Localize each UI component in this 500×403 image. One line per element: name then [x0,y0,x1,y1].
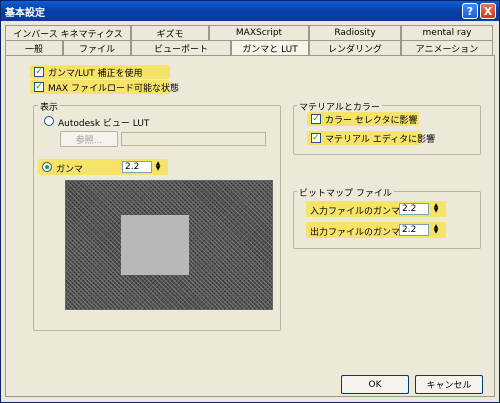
material-editor-checkbox[interactable]: ✓ [311,133,321,143]
browse-button[interactable]: 参照... [60,131,118,147]
tab-viewports[interactable]: ビューポート [131,40,231,55]
tab-inverse-kinematics[interactable]: インバース キネマティクス [5,25,131,40]
tab-gizmos[interactable]: ギズモ [131,25,209,40]
close-button[interactable]: X [480,3,496,19]
window-title: 基本設定 [5,7,45,19]
enable-gamma-checkbox[interactable]: ✓ [34,67,44,77]
gamma-value-field[interactable]: 2.2 [122,161,152,173]
autodesk-lut-label: Autodesk ビュー LUT [58,119,150,129]
output-gamma-spinner-arrows[interactable]: ▲ ▼ [432,224,440,236]
bitmap-files-group-title: ビットマップ ファイル [297,186,394,199]
material-editor-label: マテリアル エディタに影響 [325,135,436,145]
output-gamma-label: 出力ファイルのガンマ : [310,228,406,238]
title-bar: 基本設定 [1,1,499,21]
input-gamma-label: 入力ファイルのガンマ : [310,207,406,217]
tab-mental-ray[interactable]: mental ray [401,25,493,40]
enable-gamma-label: ガンマ/LUT 補正を使用 [48,69,143,79]
color-selector-label: カラー セレクタに影響 [325,116,418,126]
autodesk-lut-radio[interactable] [44,116,54,126]
tab-row-1: インバース キネマティクス ギズモ MAXScript Radiosity me… [5,25,493,40]
gamma-radio[interactable] [42,162,52,172]
tab-general[interactable]: 一般 [5,40,63,55]
input-gamma-field[interactable]: 2.2 [399,203,429,215]
bitmap-files-group [293,191,481,249]
preferences-dialog: 基本設定 ? X インバース キネマティクス ギズモ MAXScript Rad… [0,0,500,403]
tab-row-2: 一般 ファイル ビューポート ガンマと LUT レンダリング アニメーション [5,40,493,56]
gamma-preview-gray-square [121,215,189,275]
lut-path-field[interactable] [121,132,266,146]
color-selector-checkbox[interactable]: ✓ [311,114,321,124]
display-group-title: 表示 [38,100,61,113]
max-file-load-label: MAX ファイルロード可能な状態 [48,84,179,94]
ok-button[interactable]: OK [341,375,409,394]
gamma-spinner-arrows[interactable]: ▲ ▼ [154,161,162,173]
tab-radiosity[interactable]: Radiosity [309,25,401,40]
cancel-button[interactable]: キャンセル [415,375,483,394]
tab-rendering[interactable]: レンダリング [309,40,401,55]
tab-animation[interactable]: アニメーション [401,40,493,55]
tab-files[interactable]: ファイル [63,40,131,55]
tab-maxscript[interactable]: MAXScript [209,25,309,40]
gamma-preview-pattern [65,180,273,310]
input-gamma-spinner-arrows[interactable]: ▲ ▼ [432,203,440,215]
output-gamma-field[interactable]: 2.2 [399,224,429,236]
tab-gamma-lut[interactable]: ガンマと LUT [231,40,309,56]
help-button[interactable]: ? [462,3,478,19]
gamma-label: ガンマ [56,165,84,175]
max-file-load-checkbox[interactable]: ✓ [34,82,44,92]
